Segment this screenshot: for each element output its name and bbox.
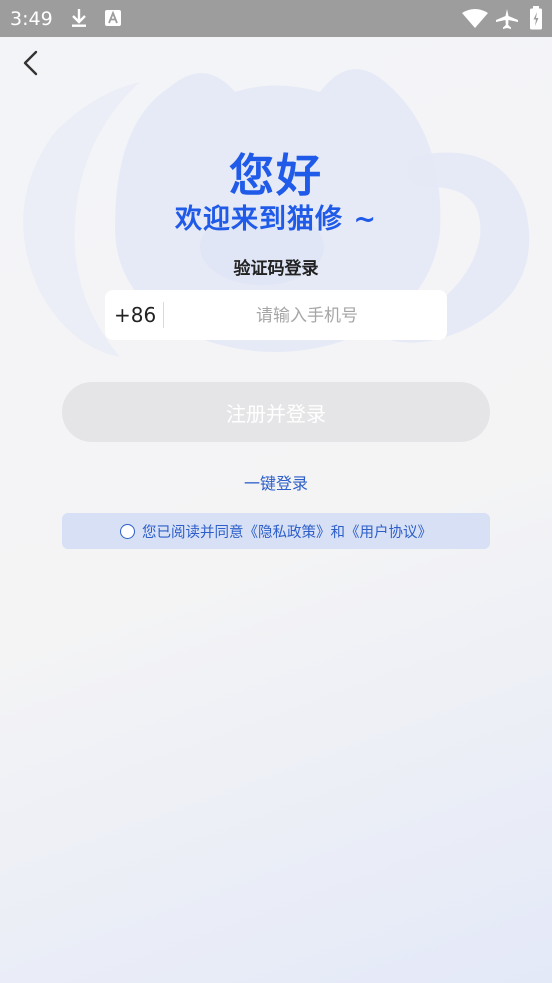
one-click-login-link[interactable]: 一键登录 [0, 470, 552, 494]
agreement-radio[interactable] [120, 523, 135, 539]
agreement-bar[interactable]: 您已阅读并同意《隐私政策》和《用户协议》 [62, 513, 490, 549]
status-bar: 3:49 [0, 0, 552, 37]
login-method-title: 验证码登录 [233, 259, 319, 279]
background-cat-illustration [23, 69, 530, 357]
greeting-subtitle: 欢迎来到猫修 ~ [174, 204, 378, 235]
phone-input[interactable] [175, 298, 439, 334]
a-notification-icon [105, 10, 121, 26]
chevron-left-icon[interactable] [16, 46, 46, 80]
download-icon [72, 9, 86, 27]
field-divider [163, 302, 164, 328]
phone-field: +86 [105, 290, 447, 340]
battery-icon [530, 6, 542, 30]
agreement-text[interactable]: 您已阅读并同意《隐私政策》和《用户协议》 [142, 521, 432, 542]
wifi-icon [462, 9, 488, 28]
register-login-button[interactable]: 注册并登录 [62, 382, 490, 442]
airplane-icon [496, 9, 518, 29]
country-code[interactable]: +86 [114, 303, 156, 327]
greeting-title: 您好 [228, 149, 323, 202]
status-time: 3:49 [10, 8, 53, 30]
